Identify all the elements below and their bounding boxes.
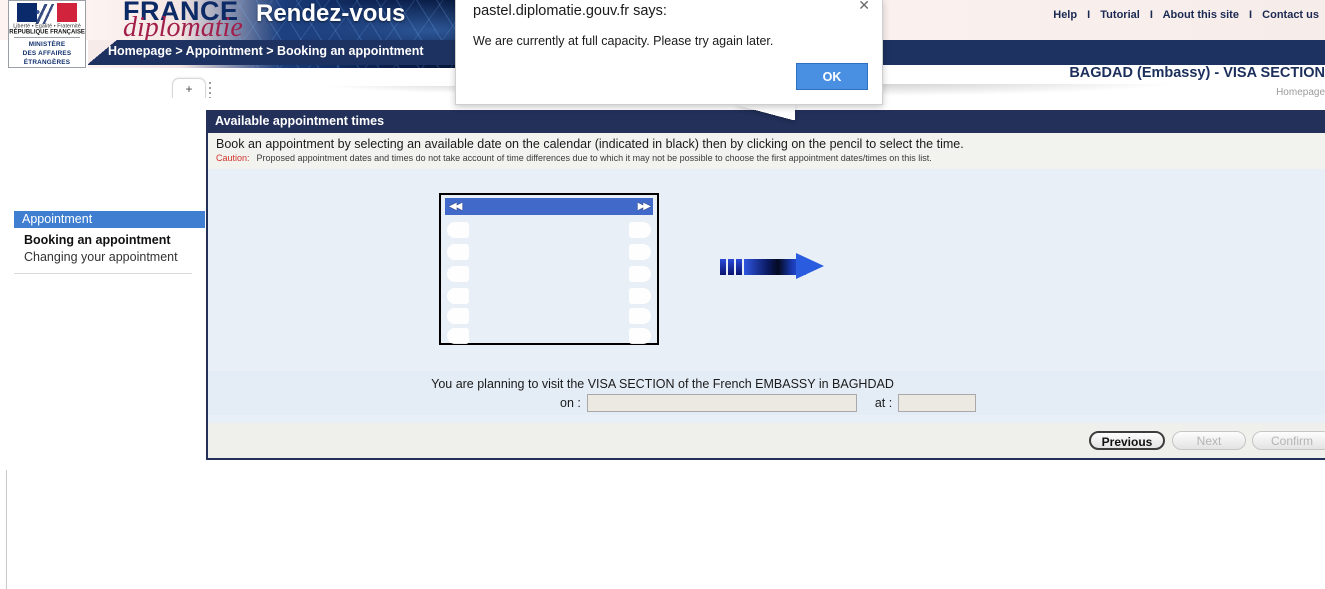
on-label: on : xyxy=(560,396,581,410)
marianne-icon xyxy=(25,4,67,24)
calendar-cell[interactable] xyxy=(629,222,651,238)
sidebar-item-changing-your-appointment[interactable]: Changing your appointment xyxy=(24,250,178,264)
instruction-text: Book an appointment by selecting an avai… xyxy=(216,137,964,151)
ministry-line-3: ÉTRANGÈRES xyxy=(23,59,71,66)
logo-divider xyxy=(14,37,80,38)
calendar-cell[interactable] xyxy=(447,266,469,282)
screenshot-root: Liberté • Égalité • Fraternité RÉPUBLIQU… xyxy=(0,0,1325,589)
nav-separator-2: I xyxy=(1149,9,1153,21)
calendar-cell[interactable] xyxy=(447,308,469,324)
calendar-cell[interactable] xyxy=(629,288,651,304)
confirm-button: Confirm xyxy=(1252,431,1325,450)
logo-republic: RÉPUBLIQUE FRANÇAISE xyxy=(9,28,85,35)
dialog-message: We are currently at full capacity. Pleas… xyxy=(473,34,774,48)
brand-service-name: Rendez-vous xyxy=(256,0,406,27)
breadcrumb-corner xyxy=(88,40,118,65)
caution-label: Caution: xyxy=(216,153,250,163)
french-flag-icon xyxy=(17,3,77,24)
calendar-cell[interactable] xyxy=(447,222,469,238)
add-tab-button[interactable]: + xyxy=(172,78,206,98)
link-about-this-site[interactable]: About this site xyxy=(1163,9,1239,21)
sidebar: Appointment Booking an appointment Chang… xyxy=(0,100,205,470)
link-tutorial[interactable]: Tutorial xyxy=(1100,9,1140,21)
below-fold-left-rule xyxy=(6,470,7,589)
ministry-line-2: DES AFFAIRES xyxy=(22,50,72,57)
calendar-cell[interactable] xyxy=(629,328,651,344)
homepage-link[interactable]: Homepage xyxy=(1276,87,1325,98)
next-button: Next xyxy=(1172,431,1246,450)
ministry-logo: Liberté • Égalité • Fraternité RÉPUBLIQU… xyxy=(8,0,86,68)
calendar-navigation-bar: ◀◀ ▶▶ xyxy=(445,198,653,215)
right-arrow-graphic-icon xyxy=(720,253,825,280)
summary-sentence: You are planning to visit the VISA SECTI… xyxy=(431,377,894,391)
page-title: BAGDAD (Embassy) - VISA SECTION xyxy=(1069,65,1325,81)
sidebar-section-appointment[interactable]: Appointment xyxy=(14,211,205,228)
calendar-cell[interactable] xyxy=(629,266,651,282)
close-icon[interactable]: ✕ xyxy=(858,0,870,14)
tab-dots-divider xyxy=(209,82,211,98)
dialog-ok-button[interactable]: OK xyxy=(796,63,868,90)
nav-separator-1: I xyxy=(1087,9,1091,21)
calendar-cell[interactable] xyxy=(447,288,469,304)
link-contact-us[interactable]: Contact us xyxy=(1262,9,1319,21)
calendar-cell[interactable] xyxy=(629,244,651,260)
caution-text: Proposed appointment dates and times do … xyxy=(256,153,932,163)
calendar-cell[interactable] xyxy=(447,244,469,260)
sidebar-item-booking-an-appointment[interactable]: Booking an appointment xyxy=(24,233,171,247)
caution-row: Caution: Proposed appointment dates and t… xyxy=(216,153,932,163)
top-navigation: Help I Tutorial I About this site I Cont… xyxy=(1053,9,1319,21)
appointment-datetime-row: on : at : xyxy=(560,394,977,412)
at-label: at : xyxy=(874,396,893,410)
page-below-fold xyxy=(0,470,1325,589)
previous-button[interactable]: Previous xyxy=(1089,431,1165,450)
sidebar-divider xyxy=(14,273,192,274)
javascript-alert-dialog: ✕ pastel.diplomatie.gouv.fr says: We are… xyxy=(455,0,883,105)
calendar-cell[interactable] xyxy=(447,328,469,344)
dialog-origin-text: pastel.diplomatie.gouv.fr says: xyxy=(473,3,667,19)
ministry-line-1: MINISTÈRE xyxy=(28,41,66,48)
link-help[interactable]: Help xyxy=(1053,9,1077,21)
dialog-tail xyxy=(735,104,795,120)
calendar-prev-month-icon[interactable]: ◀◀ xyxy=(449,201,462,212)
calendar-next-month-icon[interactable]: ▶▶ xyxy=(638,201,651,212)
calendar-cell[interactable] xyxy=(629,308,651,324)
nav-separator-3: I xyxy=(1249,9,1253,21)
breadcrumb[interactable]: Homepage > Appointment > Booking an appo… xyxy=(108,44,424,58)
appointment-calendar[interactable]: ◀◀ ▶▶ xyxy=(439,193,659,345)
panel-bottom-rule xyxy=(206,458,1325,460)
appointment-time-field[interactable] xyxy=(898,394,977,412)
appointment-date-field[interactable] xyxy=(586,394,857,412)
